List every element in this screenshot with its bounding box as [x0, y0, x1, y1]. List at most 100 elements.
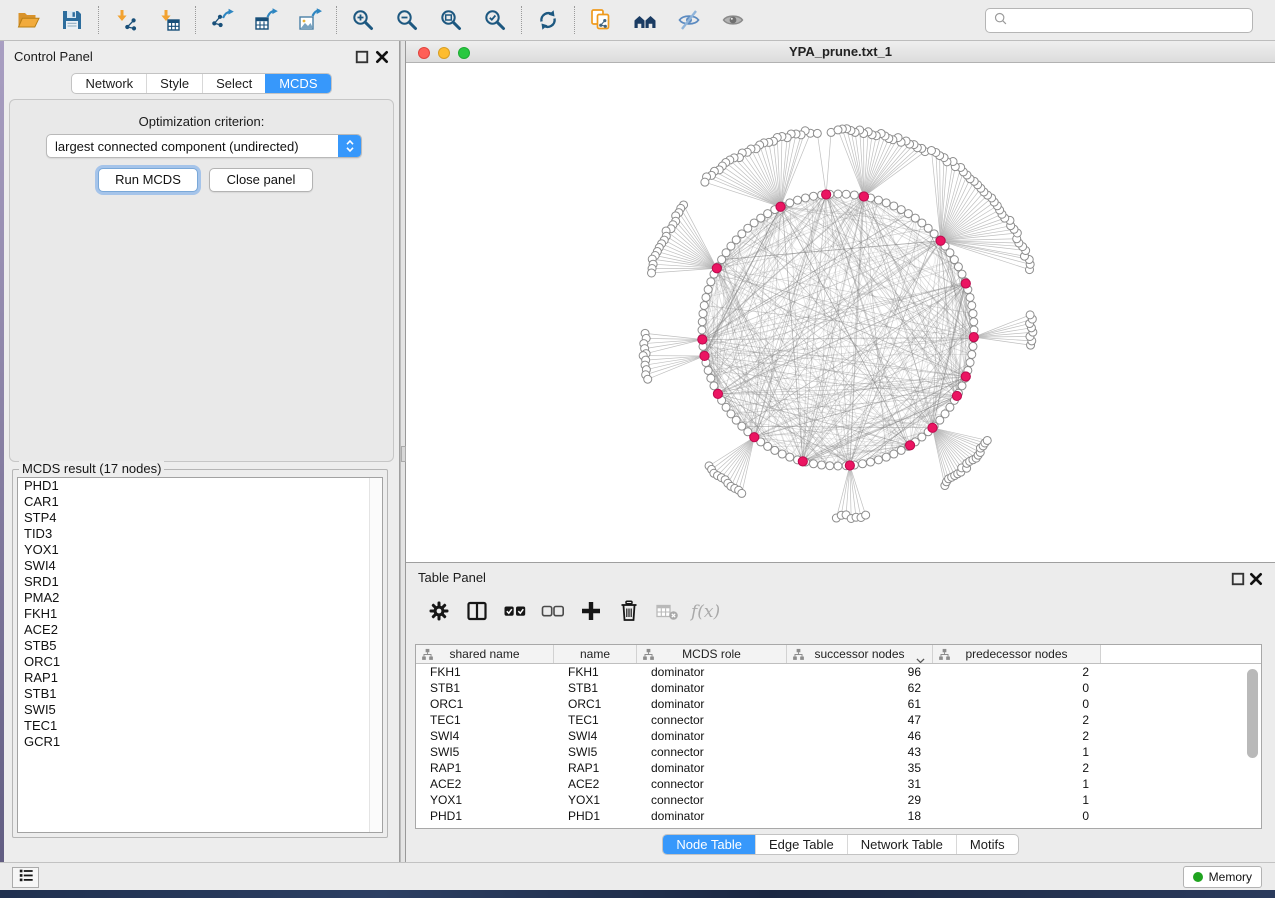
cell[interactable]: 1 [933, 744, 1101, 760]
memory-button[interactable]: Memory [1183, 866, 1262, 888]
ring-node[interactable] [698, 326, 706, 334]
ring-node[interactable] [867, 458, 875, 466]
cell[interactable]: RAP1 [554, 760, 637, 776]
zoom-out-icon[interactable] [394, 7, 420, 33]
cell[interactable]: 2 [933, 664, 1101, 680]
ring-node[interactable] [882, 453, 890, 461]
cell[interactable]: connector [637, 712, 787, 728]
ring-node[interactable] [786, 199, 794, 207]
leaf-node[interactable] [834, 126, 842, 134]
leaf-node[interactable] [644, 375, 652, 383]
ring-node[interactable] [890, 202, 898, 210]
search-input[interactable] [1008, 10, 1252, 31]
ring-node[interactable] [834, 462, 842, 470]
cell[interactable]: connector [637, 744, 787, 760]
float-panel-icon[interactable] [355, 50, 369, 64]
ring-node[interactable] [778, 450, 786, 458]
zoom-in-icon[interactable] [350, 7, 376, 33]
ring-node[interactable] [954, 263, 962, 271]
cell[interactable]: 62 [787, 680, 933, 696]
cell[interactable]: dominator [637, 696, 787, 712]
column-header-name[interactable]: name [554, 645, 637, 663]
export-image-icon[interactable] [297, 7, 323, 33]
ring-node[interactable] [707, 278, 715, 286]
mcds-dominator-node[interactable] [905, 441, 914, 450]
cell[interactable]: dominator [637, 760, 787, 776]
column-header-predecessor-nodes[interactable]: predecessor nodes [933, 645, 1101, 663]
cell[interactable]: FKH1 [416, 664, 554, 680]
leaf-node[interactable] [813, 129, 821, 137]
open-file-icon[interactable] [15, 7, 41, 33]
ring-node[interactable] [969, 342, 977, 350]
leaf-node[interactable] [738, 489, 746, 497]
table-row-STB1[interactable]: STB1STB1dominator620 [416, 680, 1261, 696]
mcds-result-item[interactable]: CAR1 [18, 494, 382, 510]
cell[interactable]: connector [637, 792, 787, 808]
save-session-icon[interactable] [59, 7, 85, 33]
ring-node[interactable] [794, 196, 802, 204]
dropdown-stepper-icon[interactable] [338, 135, 361, 157]
ring-node[interactable] [699, 310, 707, 318]
mcds-result-item[interactable]: ORC1 [18, 654, 382, 670]
mcds-dominator-node[interactable] [712, 264, 721, 273]
cell[interactable]: 29 [787, 792, 933, 808]
cell[interactable]: 31 [787, 776, 933, 792]
zoom-selected-icon[interactable] [482, 7, 508, 33]
cell[interactable]: RAP1 [416, 760, 554, 776]
ring-node[interactable] [966, 359, 974, 367]
tab-node-table[interactable]: Node Table [663, 835, 755, 854]
cell[interactable]: ACE2 [554, 776, 637, 792]
tab-mcds[interactable]: MCDS [265, 74, 330, 93]
mcds-dominator-node[interactable] [928, 423, 937, 432]
select-all-icon[interactable] [500, 597, 530, 625]
cell[interactable]: 0 [933, 680, 1101, 696]
cell[interactable]: 96 [787, 664, 933, 680]
cell[interactable]: 2 [933, 760, 1101, 776]
ring-node[interactable] [874, 196, 882, 204]
sort-descending-icon[interactable] [916, 652, 925, 658]
mcds-dominator-node[interactable] [936, 236, 945, 245]
ring-node[interactable] [968, 351, 976, 359]
mcds-dominator-node[interactable] [952, 391, 961, 400]
cell[interactable]: 18 [787, 808, 933, 824]
mcds-result-item[interactable]: PMA2 [18, 590, 382, 606]
ring-node[interactable] [970, 318, 978, 326]
ring-node[interactable] [842, 190, 850, 198]
cell[interactable]: TEC1 [416, 712, 554, 728]
close-table-panel-icon[interactable] [1249, 572, 1263, 586]
mcds-result-item[interactable]: FKH1 [18, 606, 382, 622]
ring-node[interactable] [786, 453, 794, 461]
mcds-dominator-node[interactable] [961, 279, 970, 288]
mcds-dominator-node[interactable] [961, 372, 970, 381]
ring-node[interactable] [698, 318, 706, 326]
export-table-icon[interactable] [253, 7, 279, 33]
cell[interactable]: 2 [933, 728, 1101, 744]
tab-motifs[interactable]: Motifs [956, 835, 1018, 854]
cell[interactable]: ACE2 [416, 776, 554, 792]
cell[interactable]: TEC1 [554, 712, 637, 728]
zoom-fit-icon[interactable] [438, 7, 464, 33]
delete-column-icon[interactable] [614, 597, 644, 625]
mcds-dominator-node[interactable] [798, 457, 807, 466]
mcds-result-item[interactable]: TID3 [18, 526, 382, 542]
ring-node[interactable] [809, 460, 817, 468]
ring-node[interactable] [764, 442, 772, 450]
optimization-criterion-select[interactable]: largest connected component (undirected) [46, 134, 362, 158]
ring-node[interactable] [834, 190, 842, 198]
ring-node[interactable] [771, 446, 779, 454]
ring-node[interactable] [700, 301, 708, 309]
cell[interactable]: dominator [637, 680, 787, 696]
leaf-node[interactable] [862, 511, 870, 519]
ring-node[interactable] [710, 382, 718, 390]
cell[interactable]: SWI5 [416, 744, 554, 760]
ring-node[interactable] [718, 256, 726, 264]
mcds-dominator-node[interactable] [698, 335, 707, 344]
cell[interactable]: 1 [933, 792, 1101, 808]
cell[interactable]: ORC1 [416, 696, 554, 712]
mcds-list-scrollbar[interactable] [369, 478, 382, 832]
column-header-shared-name[interactable]: shared name [416, 645, 554, 663]
table-row-TEC1[interactable]: TEC1TEC1connector472 [416, 712, 1261, 728]
cell[interactable]: dominator [637, 664, 787, 680]
mcds-result-item[interactable]: SRD1 [18, 574, 382, 590]
table-scrollbar-thumb[interactable] [1247, 669, 1258, 758]
